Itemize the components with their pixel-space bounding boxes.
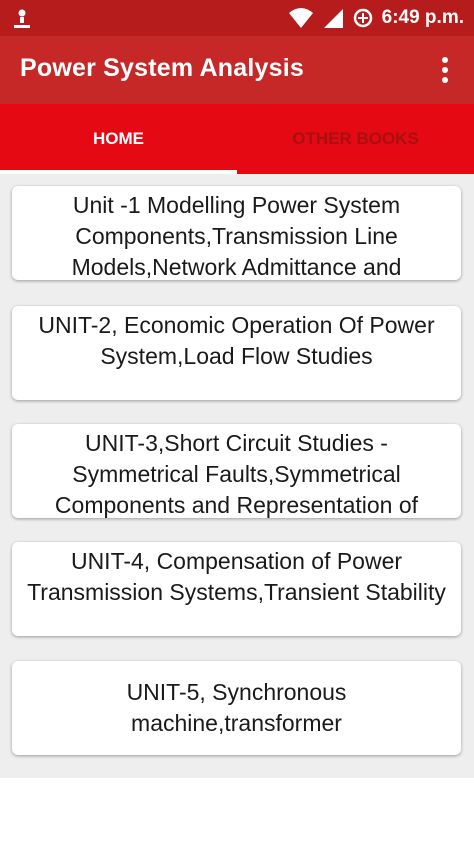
- unit-card-3[interactable]: UNIT-3,Short Circuit Studies - Symmetric…: [12, 424, 461, 518]
- unit-label: Unit -1 Modelling Power System Component…: [71, 192, 402, 280]
- unit-card-4[interactable]: UNIT-4, Compensation of Power Transmissi…: [12, 542, 461, 636]
- notification-icon: [14, 9, 30, 28]
- status-time: 6:49 p.m.: [381, 7, 464, 28]
- unit-label: UNIT-3,Short Circuit Studies - Symmetric…: [54, 430, 419, 518]
- tab-home[interactable]: HOME: [0, 104, 237, 174]
- signal-icon: [323, 9, 343, 28]
- unit-label: UNIT-5, Synchronous machine,transformer: [126, 679, 347, 736]
- unit-label: UNIT-2, Economic Operation Of Power Syst…: [38, 312, 435, 369]
- status-bar: 6:49 p.m.: [0, 0, 474, 36]
- tab-other-books[interactable]: OTHER BOOKS: [237, 104, 474, 174]
- app-bar: Power System Analysis: [0, 36, 474, 104]
- unit-card-1[interactable]: Unit -1 Modelling Power System Component…: [12, 186, 461, 280]
- wifi-icon: [288, 8, 313, 28]
- unit-list: Unit -1 Modelling Power System Component…: [0, 174, 474, 778]
- app-title: Power System Analysis: [20, 54, 304, 82]
- data-saver-icon: [353, 8, 372, 28]
- tab-bar: HOME OTHER BOOKS: [0, 104, 474, 174]
- more-vert-icon[interactable]: [430, 52, 460, 88]
- unit-card-2[interactable]: UNIT-2, Economic Operation Of Power Syst…: [12, 306, 461, 400]
- unit-label: UNIT-4, Compensation of Power Transmissi…: [27, 548, 446, 605]
- unit-card-5[interactable]: UNIT-5, Synchronous machine,transformer: [12, 661, 461, 755]
- bottom-blank-area: [0, 778, 474, 845]
